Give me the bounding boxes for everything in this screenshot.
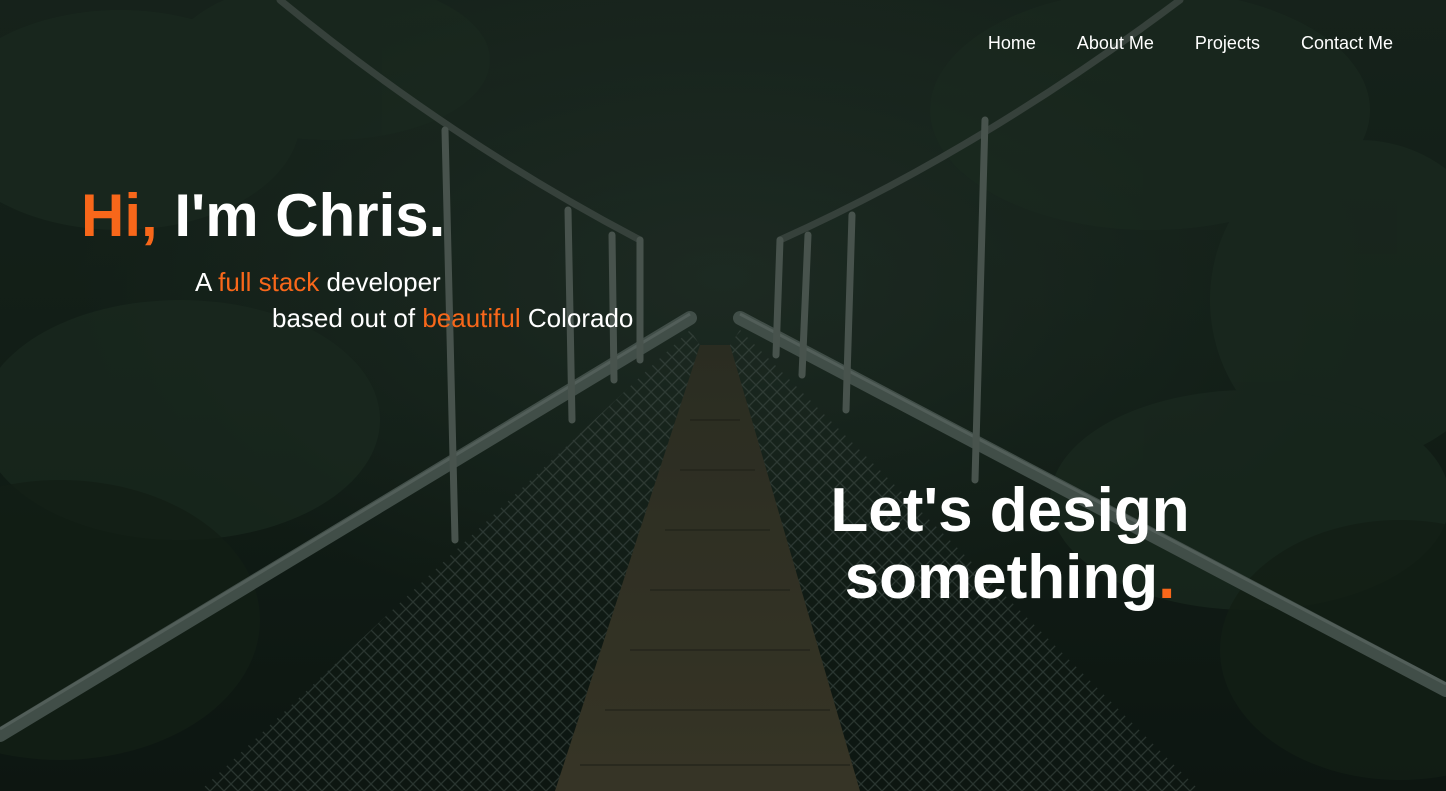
tagline1-post: developer	[319, 267, 441, 297]
tagline1-pre: A	[195, 267, 219, 297]
tagline2-post: Colorado	[520, 303, 634, 333]
cta-line1: Let's design	[830, 476, 1190, 545]
hero-name: I'm Chris.	[157, 182, 446, 249]
tagline2-accent: beautiful	[422, 303, 521, 333]
nav-home-link[interactable]: Home	[988, 33, 1036, 54]
hero-greeting: Hi,	[81, 182, 158, 249]
hero-tagline-line1: A full stack developer	[195, 267, 441, 298]
hero-tagline-line2: based out of beautiful Colorado	[272, 303, 633, 334]
cta-dot: .	[1158, 542, 1176, 612]
cta-heading: Let's design something.	[800, 476, 1220, 612]
cta-line2-wrap: something.	[800, 542, 1220, 612]
landing-page: Home About Me Projects Contact Me Hi, I'…	[0, 0, 1446, 791]
tagline2-pre: based out of	[272, 303, 423, 333]
tagline1-accent: full stack	[218, 267, 320, 297]
nav-contact-link[interactable]: Contact Me	[1301, 33, 1393, 54]
nav-about-link[interactable]: About Me	[1077, 33, 1154, 54]
nav-projects-link[interactable]: Projects	[1195, 33, 1260, 54]
hero-heading: Hi, I'm Chris.	[81, 184, 445, 247]
cta-line2: something	[844, 542, 1159, 612]
background-photo-forest-bridge	[0, 0, 1446, 791]
main-nav: Home About Me Projects Contact Me	[988, 33, 1393, 54]
